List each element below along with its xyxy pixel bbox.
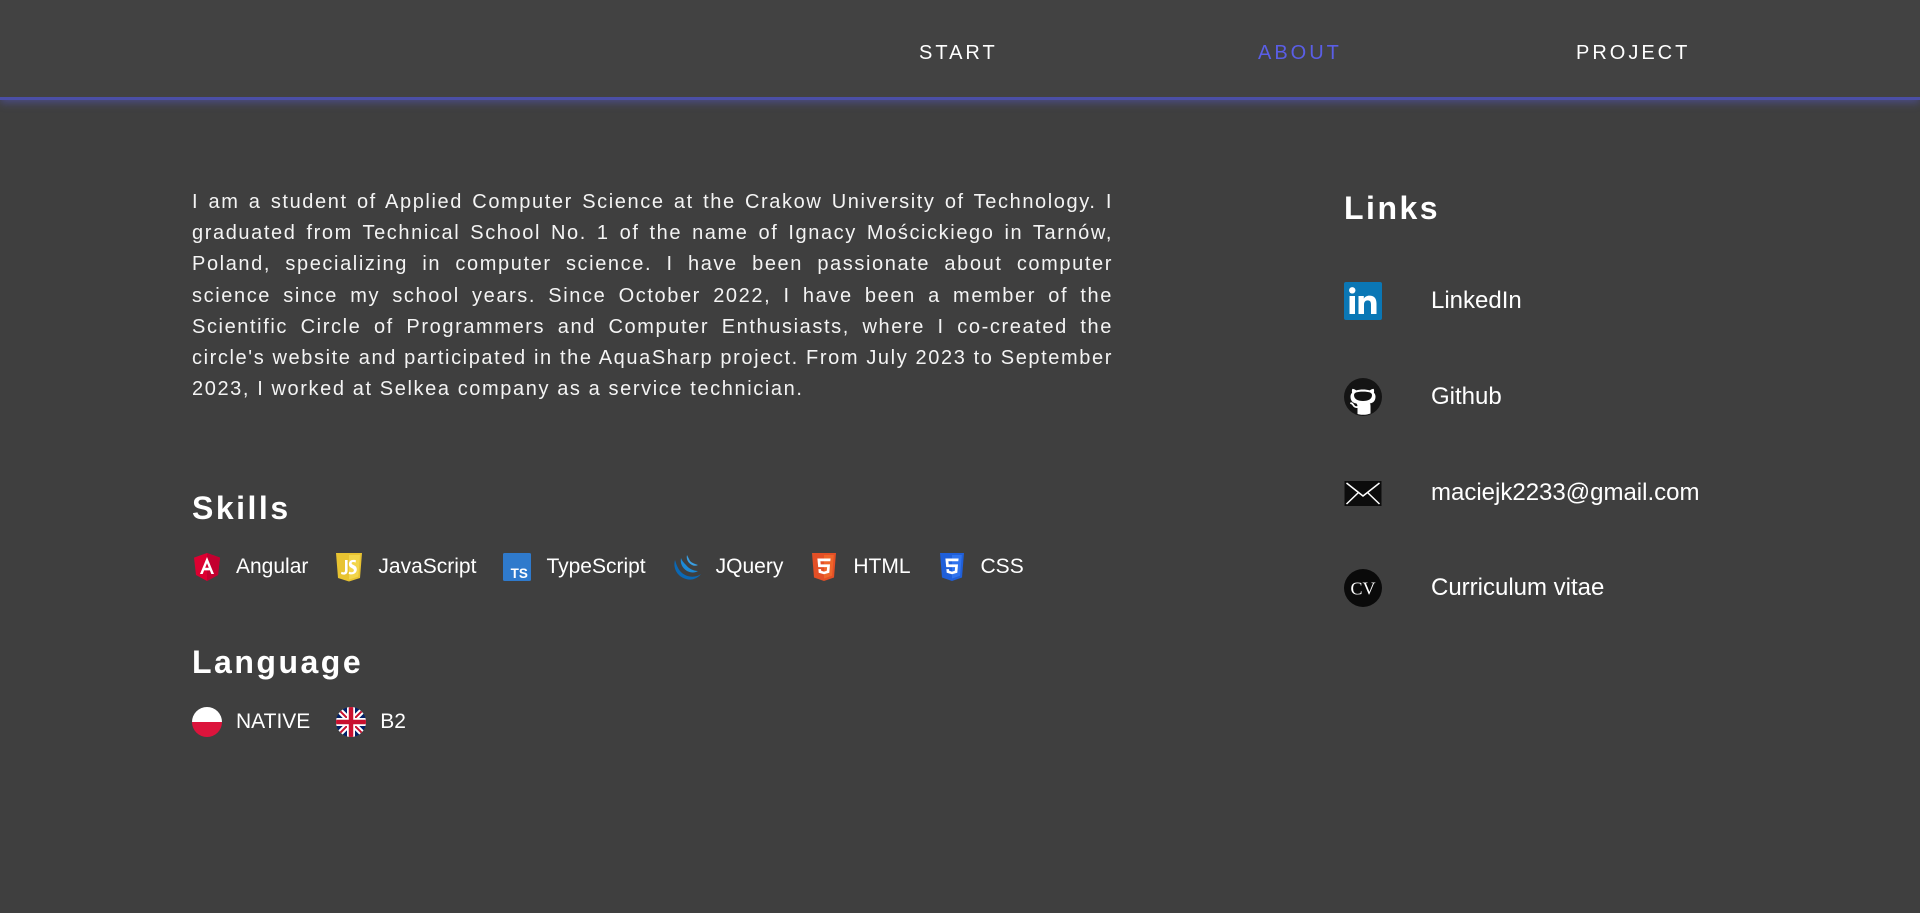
- links-heading: Links: [1344, 190, 1441, 226]
- language-english: B2: [336, 707, 406, 737]
- email-link[interactable]: maciejk2233@gmail.com: [1344, 474, 1699, 512]
- link-label: Github: [1431, 383, 1502, 410]
- language-polish: NATIVE: [192, 707, 310, 737]
- link-label: maciejk2233@gmail.com: [1431, 479, 1700, 506]
- typescript-icon: TS: [503, 553, 532, 581]
- cv-link[interactable]: CV Curriculum vitae: [1344, 569, 1604, 607]
- skill-javascript: JavaScript: [334, 552, 476, 582]
- nav-about-link[interactable]: ABOUT: [1258, 42, 1342, 65]
- nav-project-link[interactable]: PROJECT: [1576, 42, 1690, 65]
- skills-heading: Skills: [192, 490, 291, 526]
- linkedin-icon: [1344, 282, 1382, 320]
- top-navigation-bar: START ABOUT PROJECT: [0, 0, 1920, 100]
- linkedin-link[interactable]: LinkedIn: [1344, 282, 1522, 320]
- poland-flag-icon: [192, 707, 222, 737]
- jquery-icon: [674, 555, 701, 580]
- svg-text:CV: CV: [1350, 579, 1375, 599]
- skill-html: HTML: [809, 552, 911, 582]
- skill-jquery: JQuery: [672, 552, 784, 582]
- skill-label: HTML: [853, 555, 911, 578]
- skill-label: TypeScript: [546, 555, 646, 578]
- link-label: Curriculum vitae: [1431, 574, 1605, 601]
- github-link[interactable]: Github: [1344, 378, 1502, 416]
- nav-start-link[interactable]: START: [919, 42, 998, 65]
- skill-css: CSS: [937, 552, 1024, 582]
- language-level-label: NATIVE: [236, 710, 311, 733]
- skill-typescript: TS TypeScript: [502, 552, 646, 582]
- css3-icon: [939, 553, 964, 581]
- skill-label: JavaScript: [378, 555, 477, 578]
- cv-icon: CV: [1344, 569, 1382, 607]
- angular-icon: [194, 553, 220, 581]
- language-level-label: B2: [380, 710, 406, 733]
- about-description: I am a student of Applied Computer Scien…: [192, 191, 1113, 401]
- html5-icon: [812, 553, 837, 581]
- skill-angular: Angular: [192, 552, 308, 582]
- skill-label: CSS: [980, 555, 1024, 578]
- uk-flag-icon: [336, 707, 367, 737]
- skill-label: Angular: [236, 555, 309, 578]
- skills-list: Angular JavaScript TS TypeScript JQuery: [192, 552, 1050, 582]
- language-list: NATIVE B2: [192, 707, 432, 737]
- language-heading: Language: [192, 644, 364, 680]
- link-label: LinkedIn: [1431, 287, 1522, 314]
- skill-label: JQuery: [715, 555, 784, 578]
- javascript-icon: [336, 553, 363, 582]
- github-icon: [1344, 378, 1382, 416]
- svg-text:TS: TS: [511, 566, 528, 581]
- mail-icon: [1344, 481, 1382, 506]
